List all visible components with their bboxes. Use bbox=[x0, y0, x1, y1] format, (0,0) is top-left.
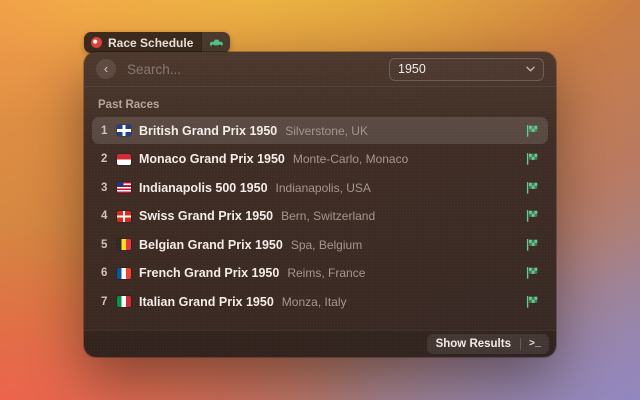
search-bar: ‹ 1950 bbox=[84, 52, 556, 87]
country-flag-icon bbox=[117, 125, 131, 136]
country-flag-icon bbox=[117, 211, 131, 222]
race-location: Reims, France bbox=[287, 266, 365, 280]
race-index: 3 bbox=[101, 182, 117, 194]
race-title: British Grand Prix 1950 bbox=[139, 124, 277, 138]
checkered-flag-icon bbox=[525, 266, 539, 280]
race-title: French Grand Prix 1950 bbox=[139, 266, 279, 280]
footer-bar: Show Results >_ bbox=[84, 330, 556, 357]
chevron-down-icon bbox=[526, 66, 535, 72]
race-location: Monte-Carlo, Monaco bbox=[293, 152, 408, 166]
action-menu-button[interactable]: >_ bbox=[521, 334, 549, 354]
tag-label: Race Schedule bbox=[108, 36, 193, 50]
race-title: Indianapolis 500 1950 bbox=[139, 181, 268, 195]
race-location: Spa, Belgium bbox=[291, 238, 362, 252]
year-dropdown[interactable]: 1950 bbox=[389, 58, 544, 81]
country-flag-icon bbox=[117, 296, 131, 307]
country-flag-icon bbox=[117, 154, 131, 165]
footer-actions: Show Results >_ bbox=[427, 334, 549, 354]
race-index: 6 bbox=[101, 267, 117, 279]
race-row[interactable]: 3 Indianapolis 500 1950 Indianapolis, US… bbox=[92, 174, 548, 201]
year-dropdown-value: 1950 bbox=[398, 62, 426, 76]
race-location: Silverstone, UK bbox=[285, 124, 368, 138]
section-header-past-races: Past Races bbox=[84, 87, 556, 117]
checkered-flag-icon bbox=[525, 238, 539, 252]
race-row[interactable]: 6 French Grand Prix 1950 Reims, France bbox=[92, 260, 548, 287]
checkered-flag-icon bbox=[525, 209, 539, 223]
country-flag-icon bbox=[117, 268, 131, 279]
back-button[interactable]: ‹ bbox=[96, 59, 116, 79]
checkered-flag-icon bbox=[525, 152, 539, 166]
checkered-flag-icon bbox=[525, 124, 539, 138]
race-row[interactable]: 1 British Grand Prix 1950 Silverstone, U… bbox=[92, 117, 548, 144]
race-row[interactable]: 7 Italian Grand Prix 1950 Monza, Italy bbox=[92, 288, 548, 315]
race-list: 1 British Grand Prix 1950 Silverstone, U… bbox=[84, 117, 556, 315]
app-window: ‹ 1950 Past Races 1 British Grand Prix 1… bbox=[84, 52, 556, 357]
race-index: 1 bbox=[101, 125, 117, 137]
race-car-button[interactable] bbox=[201, 32, 230, 53]
checkered-flag-icon bbox=[525, 295, 539, 309]
search-input[interactable] bbox=[127, 62, 389, 77]
race-schedule-tag[interactable]: Race Schedule bbox=[84, 32, 230, 53]
show-results-button[interactable]: Show Results bbox=[427, 334, 520, 354]
race-index: 4 bbox=[101, 210, 117, 222]
country-flag-icon bbox=[117, 239, 131, 250]
race-location: Indianapolis, USA bbox=[276, 181, 371, 195]
race-title: Swiss Grand Prix 1950 bbox=[139, 209, 273, 223]
racing-helmet-icon bbox=[91, 37, 102, 48]
race-location: Bern, Switzerland bbox=[281, 209, 375, 223]
race-title: Monaco Grand Prix 1950 bbox=[139, 152, 285, 166]
race-index: 5 bbox=[101, 239, 117, 251]
country-flag-icon bbox=[117, 182, 131, 193]
race-car-icon bbox=[209, 38, 223, 48]
race-row[interactable]: 5 Belgian Grand Prix 1950 Spa, Belgium bbox=[92, 231, 548, 258]
race-location: Monza, Italy bbox=[282, 295, 347, 309]
race-row[interactable]: 2 Monaco Grand Prix 1950 Monte-Carlo, Mo… bbox=[92, 146, 548, 173]
race-title: Italian Grand Prix 1950 bbox=[139, 295, 274, 309]
race-index: 2 bbox=[101, 153, 117, 165]
race-row[interactable]: 4 Swiss Grand Prix 1950 Bern, Switzerlan… bbox=[92, 203, 548, 230]
race-index: 7 bbox=[101, 296, 117, 308]
race-title: Belgian Grand Prix 1950 bbox=[139, 238, 283, 252]
checkered-flag-icon bbox=[525, 181, 539, 195]
